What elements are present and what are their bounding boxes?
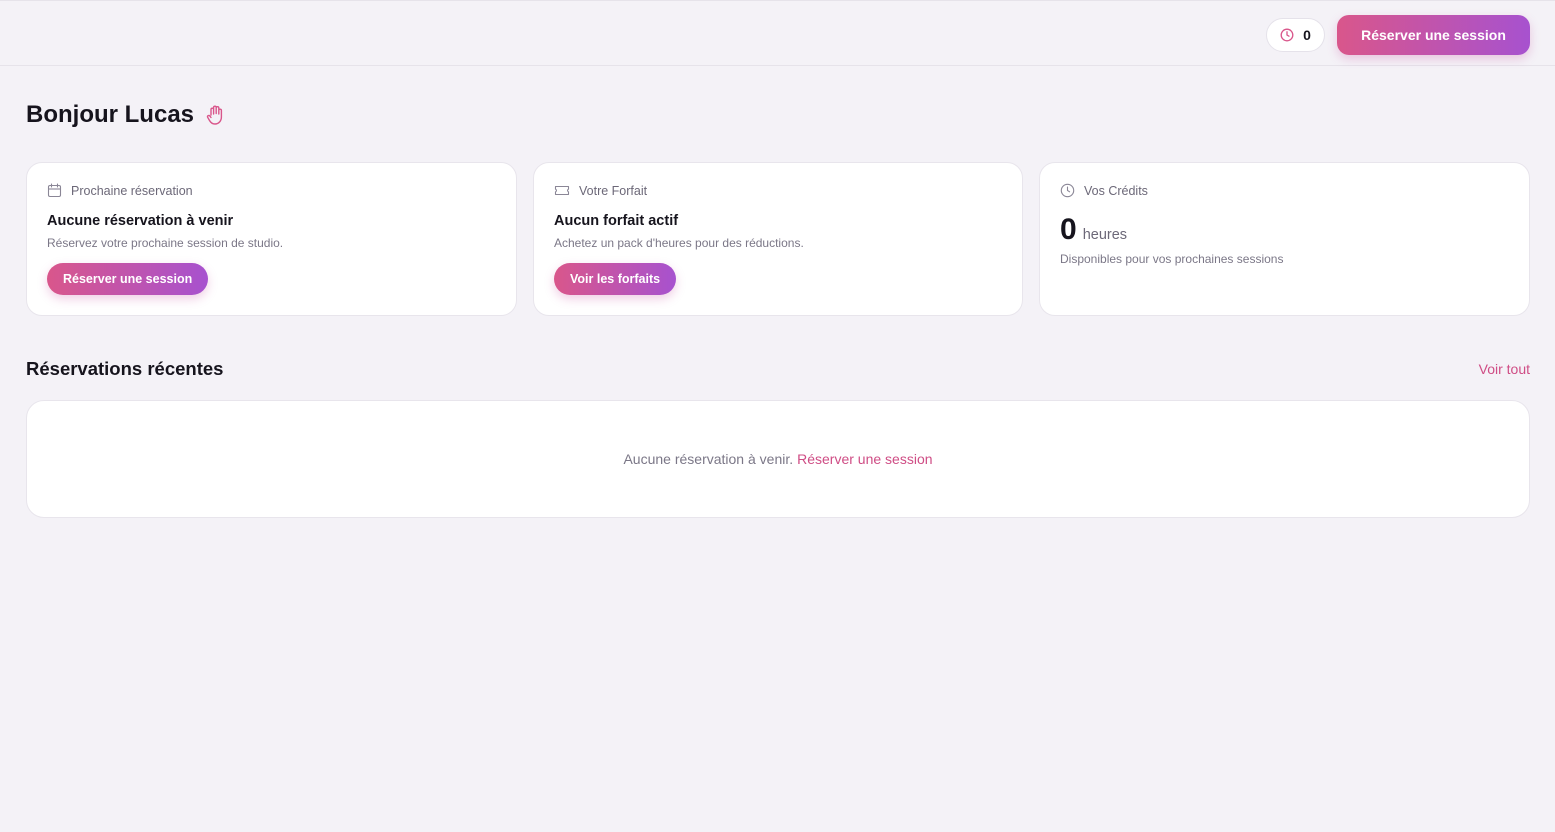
top-bar: 0 Réserver une session: [0, 0, 1555, 66]
next-booking-card: Prochaine réservation Aucune réservation…: [26, 162, 517, 316]
recent-bookings-panel: Aucune réservation à venir. Réserver une…: [26, 400, 1530, 518]
clock-icon: [1280, 28, 1294, 42]
card-reserve-session-button[interactable]: Réserver une session: [47, 263, 209, 295]
plan-title: Aucun forfait actif: [554, 213, 679, 229]
credits-card: Vos Crédits 0 heures Disponibles pour vo…: [1039, 162, 1530, 316]
calendar-icon: [47, 183, 62, 198]
plan-card: Votre Forfait Aucun forfait actif Achete…: [533, 162, 1023, 316]
credits-pill-value: 0: [1303, 27, 1311, 43]
clock-icon: [1060, 183, 1075, 198]
empty-state-text: Aucune réservation à venir.: [623, 451, 794, 467]
view-plans-button[interactable]: Voir les forfaits: [554, 263, 677, 295]
credits-header: Vos Crédits: [1060, 183, 1148, 198]
page-title: Bonjour Lucas: [26, 101, 195, 128]
empty-state-reserve-link[interactable]: Réserver une session: [797, 451, 932, 467]
greeting: Bonjour Lucas: [26, 98, 228, 132]
next-booking-label: Prochaine réservation: [71, 183, 193, 198]
plan-label: Votre Forfait: [579, 183, 648, 198]
recent-bookings-title: Réservations récentes: [26, 358, 224, 379]
ticket-icon: [554, 183, 570, 198]
credits-value: 0: [1060, 213, 1077, 246]
next-booking-subtitle: Réservez votre prochaine session de stud…: [47, 236, 284, 250]
plan-header: Votre Forfait: [554, 183, 647, 198]
credits-subtitle: Disponibles pour vos prochaines sessions: [1060, 252, 1284, 266]
hand-wave-icon: [204, 103, 228, 127]
plan-subtitle: Achetez un pack d'heures pour des réduct…: [554, 236, 804, 250]
credits-unit: heures: [1082, 227, 1128, 243]
credits-amount: 0 heures: [1060, 213, 1127, 247]
credits-pill[interactable]: 0: [1266, 18, 1325, 52]
next-booking-header: Prochaine réservation: [47, 183, 193, 198]
next-booking-title: Aucune réservation à venir: [47, 213, 234, 229]
credits-label: Vos Crédits: [1084, 183, 1148, 198]
see-all-link[interactable]: Voir tout: [1479, 361, 1530, 377]
reserve-session-button[interactable]: Réserver une session: [1337, 15, 1530, 55]
